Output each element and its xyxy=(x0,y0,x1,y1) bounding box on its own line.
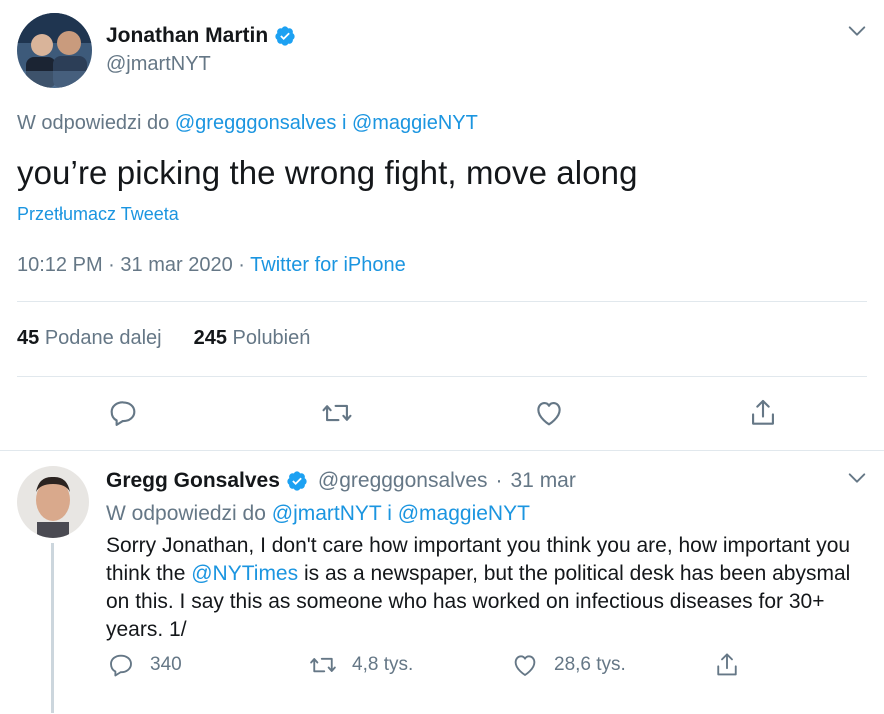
retweet-count: 4,8 tys. xyxy=(352,654,414,675)
mention-jmartnyt[interactable]: @jmartNYT xyxy=(272,502,382,525)
main-tweet: Jonathan Martin @jmartNYT W odpowiedzi d… xyxy=(0,0,884,450)
like-button[interactable] xyxy=(532,396,566,430)
mention-gregggonsalves[interactable]: @gregggonsalves xyxy=(175,112,337,134)
likes-stat[interactable]: 245 Polubień xyxy=(194,327,311,350)
share-icon xyxy=(752,399,774,425)
reply-prefix: W odpowiedzi do xyxy=(17,112,170,134)
reply-button[interactable]: 340 xyxy=(106,650,182,680)
tweet-date[interactable]: 31 mar 2020 xyxy=(120,254,232,276)
mention-nytimes[interactable]: @NYTimes xyxy=(191,562,298,585)
reply-date[interactable]: 31 mar xyxy=(511,469,576,493)
reply-tweet[interactable]: Gregg Gonsalves @gregggonsalves · 31 mar… xyxy=(0,451,884,714)
reply-context: W odpowiedzi do @jmartNYT i @maggieNYT xyxy=(106,502,530,526)
divider xyxy=(17,376,867,377)
retweets-label: Podane dalej xyxy=(44,327,162,349)
retweet-button[interactable] xyxy=(320,396,354,430)
likes-label: Polubień xyxy=(232,327,311,349)
retweets-stat[interactable]: 45 Podane dalej xyxy=(17,327,162,350)
meta-dot: · xyxy=(238,254,245,276)
share-icon xyxy=(717,653,737,676)
author-name-row: Jonathan Martin xyxy=(106,24,296,48)
reply-join: i xyxy=(341,112,347,134)
reply-text: Sorry Jonathan, I don't care how importa… xyxy=(106,532,866,644)
like-button[interactable]: 28,6 tys. xyxy=(510,650,626,680)
avatar-gregg-gonsalves[interactable] xyxy=(17,466,89,538)
author-display-name[interactable]: Jonathan Martin xyxy=(106,24,268,48)
author-handle[interactable]: @jmartNYT xyxy=(106,53,211,76)
heart-icon xyxy=(514,655,536,676)
reply-button[interactable] xyxy=(106,396,140,430)
reply-author-display-name[interactable]: Gregg Gonsalves xyxy=(106,469,280,493)
reply-icon xyxy=(110,654,132,677)
reply-prefix: W odpowiedzi do xyxy=(106,502,266,525)
retweet-button[interactable]: 4,8 tys. xyxy=(308,650,413,680)
verified-badge-icon xyxy=(274,25,296,47)
reply-count: 340 xyxy=(150,654,182,675)
chevron-down-icon[interactable] xyxy=(846,20,868,42)
reply-author-handle[interactable]: @gregggonsalves xyxy=(318,469,488,493)
tweet-source-link[interactable]: Twitter for iPhone xyxy=(250,254,406,276)
thread-line xyxy=(51,543,54,713)
tweet-stats: 45 Podane dalej 245 Polubień xyxy=(17,327,310,350)
tweet-text: you’re picking the wrong fight, move alo… xyxy=(17,154,638,191)
retweet-icon xyxy=(322,404,352,422)
reply-join: i xyxy=(387,502,392,525)
divider xyxy=(17,301,867,302)
mention-maggienyt[interactable]: @maggieNYT xyxy=(398,502,530,525)
retweets-count: 45 xyxy=(17,327,40,349)
like-count: 28,6 tys. xyxy=(554,654,626,675)
share-button[interactable] xyxy=(712,650,742,680)
avatar-jonathan-martin[interactable] xyxy=(17,13,92,88)
likes-count: 245 xyxy=(193,327,227,349)
mention-maggienyt[interactable]: @maggieNYT xyxy=(352,112,478,134)
reply-header: Gregg Gonsalves @gregggonsalves · 31 mar xyxy=(106,469,576,493)
share-button[interactable] xyxy=(746,396,780,430)
heart-icon xyxy=(537,402,561,426)
reply-context: W odpowiedzi do @gregggonsalves i @maggi… xyxy=(17,112,478,135)
chevron-down-icon[interactable] xyxy=(846,467,868,489)
translate-tweet-link[interactable]: Przetłumacz Tweeta xyxy=(17,204,179,225)
meta-dot: · xyxy=(108,254,115,276)
verified-badge-icon xyxy=(286,470,308,492)
retweet-icon xyxy=(310,657,336,673)
reply-actions: 340 4,8 tys. 28,6 tys. xyxy=(106,647,866,687)
tweet-timestamp-row: 10:12 PM · 31 mar 2020 · Twitter for iPh… xyxy=(17,254,406,277)
meta-dot: · xyxy=(495,469,503,492)
reply-icon xyxy=(110,401,136,426)
tweet-time[interactable]: 10:12 PM xyxy=(17,254,103,276)
